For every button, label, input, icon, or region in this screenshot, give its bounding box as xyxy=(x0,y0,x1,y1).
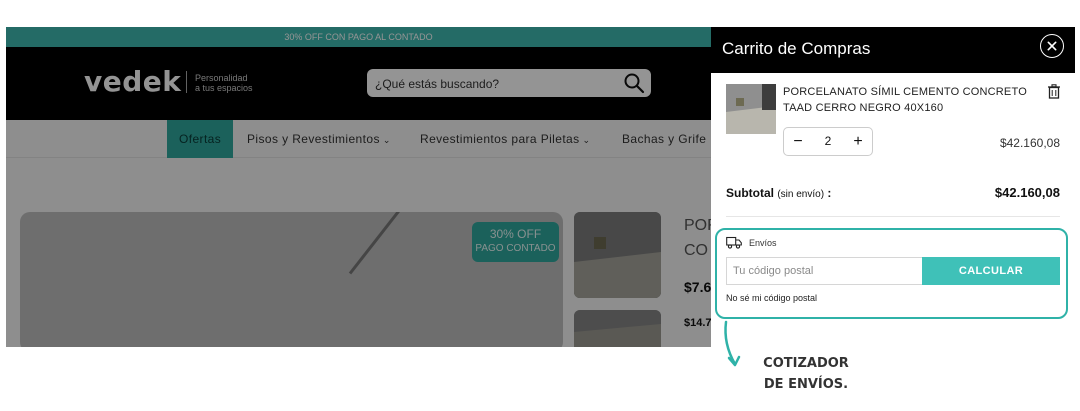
unknown-postal-code-link[interactable]: No sé mi código postal xyxy=(726,293,817,303)
cart-item-image[interactable] xyxy=(726,84,776,134)
quantity-stepper: − 2 + xyxy=(783,127,873,156)
page-overlay[interactable] xyxy=(6,27,711,347)
annotation-line-2: DE ENVÍOS. xyxy=(763,377,849,392)
trash-icon[interactable] xyxy=(1047,84,1061,99)
shipping-label: Envíos xyxy=(749,238,777,248)
cart-header: Carrito de Compras xyxy=(711,27,1075,73)
subtotal-note: (sin envío) xyxy=(777,189,825,200)
decrease-button[interactable]: − xyxy=(785,128,811,155)
annotation-text: COTIZADOR DE ENVÍOS. xyxy=(756,353,856,395)
calculate-button[interactable]: CALCULAR xyxy=(922,257,1060,285)
subtotal-label: Subtotal (sin envío) : xyxy=(726,186,831,200)
divider xyxy=(726,216,1060,217)
annotation-arrow-icon xyxy=(724,320,741,367)
cart-item-price: $42.160,08 xyxy=(999,136,1060,150)
truck-icon xyxy=(726,236,742,249)
close-icon[interactable] xyxy=(1040,34,1064,58)
cart-item-name[interactable]: PORCELANATO SÍMIL CEMENTO CONCRETO TAAD … xyxy=(783,84,1045,116)
cart-item-photo xyxy=(726,84,776,134)
postal-code-input[interactable] xyxy=(726,257,922,285)
cart-drawer: Carrito de Compras PORCELANATO SÍMIL CEM… xyxy=(711,27,1075,347)
subtotal-text: Subtotal xyxy=(726,186,774,200)
quantity-value[interactable]: 2 xyxy=(814,128,842,155)
subtotal-colon: : xyxy=(827,186,832,200)
annotation-line-1: COTIZADOR xyxy=(763,356,849,371)
increase-button[interactable]: + xyxy=(845,128,871,155)
screenshot-stage: 30% OFF CON PAGO AL CONTADO vedek Person… xyxy=(0,0,1080,411)
subtotal-value: $42.160,08 xyxy=(994,185,1060,200)
cart-title: Carrito de Compras xyxy=(722,39,871,58)
store-page: 30% OFF CON PAGO AL CONTADO vedek Person… xyxy=(6,27,711,347)
